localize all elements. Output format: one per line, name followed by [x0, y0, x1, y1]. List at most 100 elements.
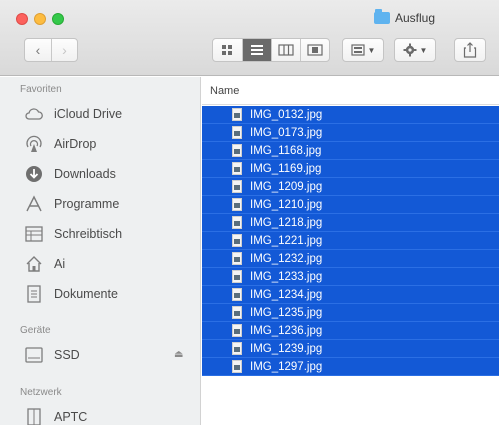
back-button[interactable]: ‹ [25, 39, 51, 61]
file-name: IMG_1239.jpg [250, 342, 323, 355]
image-file-icon [232, 252, 242, 265]
eject-icon[interactable]: ⏏ [174, 349, 183, 360]
sidebar-item-aptc[interactable]: APTC [24, 405, 194, 425]
file-row[interactable]: IMG_1209.jpg [202, 178, 499, 196]
file-name: IMG_1209.jpg [250, 180, 323, 193]
file-row[interactable]: IMG_1169.jpg [202, 160, 499, 178]
sidebar-item-home[interactable]: Ai [24, 252, 194, 276]
file-name: IMG_1233.jpg [250, 270, 323, 283]
downloads-icon [24, 164, 44, 184]
image-file-icon [232, 144, 242, 157]
toolbar: Ausflug ‹ › ▼ ▼ [0, 0, 499, 76]
view-mode-control [212, 38, 330, 62]
sidebar-item-downloads[interactable]: Downloads [24, 162, 194, 186]
file-name: IMG_0132.jpg [250, 108, 323, 121]
image-file-icon [232, 360, 242, 373]
folder-icon [374, 9, 390, 24]
chevron-down-icon: ▼ [419, 45, 428, 55]
sidebar-item-label: AirDrop [54, 137, 97, 151]
sidebar-item-applications[interactable]: Programme [24, 192, 194, 216]
sidebar-item-label: Programme [54, 197, 120, 211]
file-name: IMG_1210.jpg [250, 198, 323, 211]
network-icon [24, 407, 44, 425]
chevron-down-icon: ▼ [367, 45, 376, 55]
file-row[interactable]: IMG_1234.jpg [202, 286, 499, 304]
chevron-right-icon: › [62, 42, 67, 58]
sidebar: Favoriten iCloud Drive AirDrop Downloads… [0, 77, 201, 425]
sidebar-item-label: Ai [54, 257, 66, 271]
file-row[interactable]: IMG_1168.jpg [202, 142, 499, 160]
image-file-icon [232, 216, 242, 229]
sidebar-item-desktop[interactable]: Schreibtisch [24, 222, 194, 246]
forward-button[interactable]: › [50, 39, 77, 61]
file-row[interactable]: IMG_1232.jpg [202, 250, 499, 268]
file-name: IMG_1218.jpg [250, 216, 323, 229]
file-row[interactable]: IMG_1236.jpg [202, 322, 499, 340]
image-file-icon [232, 324, 242, 337]
back-forward-control: ‹ › [24, 38, 78, 62]
zoom-window-button[interactable] [52, 13, 64, 25]
image-file-icon [232, 234, 242, 247]
sidebar-item-label: SSD [54, 348, 80, 362]
sidebar-item-label: APTC [54, 410, 88, 424]
image-file-icon [232, 180, 242, 193]
file-name: IMG_1235.jpg [250, 306, 323, 319]
chevron-left-icon: ‹ [35, 42, 41, 58]
sidebar-item-icloud-drive[interactable]: iCloud Drive [24, 102, 194, 126]
finder-window: Ausflug ‹ › ▼ ▼ Favoriten iCloud Drive A… [0, 0, 499, 425]
file-row[interactable]: IMG_1210.jpg [202, 196, 499, 214]
icon-view-icon [222, 45, 233, 55]
column-header-name[interactable]: Name [202, 77, 499, 105]
sidebar-header-network: Netzwerk [20, 387, 62, 398]
image-file-icon [232, 342, 242, 355]
sidebar-item-documents[interactable]: Dokumente [24, 282, 194, 306]
minimize-window-button[interactable] [34, 13, 46, 25]
file-name: IMG_1169.jpg [250, 162, 322, 175]
file-rows: IMG_0132.jpg IMG_0173.jpg IMG_1168.jpg IMG_… [202, 106, 499, 376]
file-name: IMG_1232.jpg [250, 252, 323, 265]
image-file-icon [232, 288, 242, 301]
sidebar-item-airdrop[interactable]: AirDrop [24, 132, 194, 156]
icon-view-button[interactable] [213, 39, 242, 61]
image-file-icon [232, 162, 242, 175]
file-row[interactable]: IMG_1221.jpg [202, 232, 499, 250]
list-view-icon [250, 45, 263, 55]
file-list: Name IMG_0132.jpg IMG_0173.jpg IMG_1168.jp… [202, 77, 499, 425]
share-icon [463, 42, 477, 58]
file-row[interactable]: IMG_1218.jpg [202, 214, 499, 232]
sidebar-item-label: Dokumente [54, 287, 118, 301]
image-file-icon [232, 270, 242, 283]
home-icon [24, 254, 44, 274]
airdrop-icon [24, 134, 44, 154]
file-row[interactable]: IMG_1297.jpg [202, 358, 499, 376]
action-button[interactable]: ▼ [394, 38, 436, 62]
cloud-icon [24, 104, 44, 124]
window-title-text: Ausflug [395, 11, 436, 25]
share-button[interactable] [454, 38, 486, 62]
column-view-button[interactable] [270, 39, 300, 61]
file-row[interactable]: IMG_1235.jpg [202, 304, 499, 322]
list-view-button[interactable] [241, 39, 271, 61]
file-name: IMG_1168.jpg [250, 144, 322, 157]
file-row[interactable]: IMG_1233.jpg [202, 268, 499, 286]
file-row[interactable]: IMG_0132.jpg [202, 106, 499, 124]
image-file-icon [232, 198, 242, 211]
file-row[interactable]: IMG_0173.jpg [202, 124, 499, 142]
file-name: IMG_0173.jpg [250, 126, 323, 139]
documents-icon [24, 284, 44, 304]
file-name: IMG_1234.jpg [250, 288, 323, 301]
desktop-icon [24, 224, 44, 244]
sidebar-item-ssd[interactable]: SSD [24, 343, 194, 367]
image-file-icon [232, 108, 242, 121]
sidebar-header-favorites: Favoriten [20, 84, 62, 95]
gallery-view-button[interactable] [299, 39, 329, 61]
image-file-icon [232, 306, 242, 319]
file-name: IMG_1297.jpg [250, 360, 323, 373]
close-window-button[interactable] [16, 13, 28, 25]
arrange-button[interactable]: ▼ [342, 38, 384, 62]
column-header-label: Name [210, 84, 240, 97]
sidebar-item-label: iCloud Drive [54, 107, 123, 121]
applications-icon [24, 194, 44, 214]
file-name: IMG_1221.jpg [250, 234, 323, 247]
file-row[interactable]: IMG_1239.jpg [202, 340, 499, 358]
